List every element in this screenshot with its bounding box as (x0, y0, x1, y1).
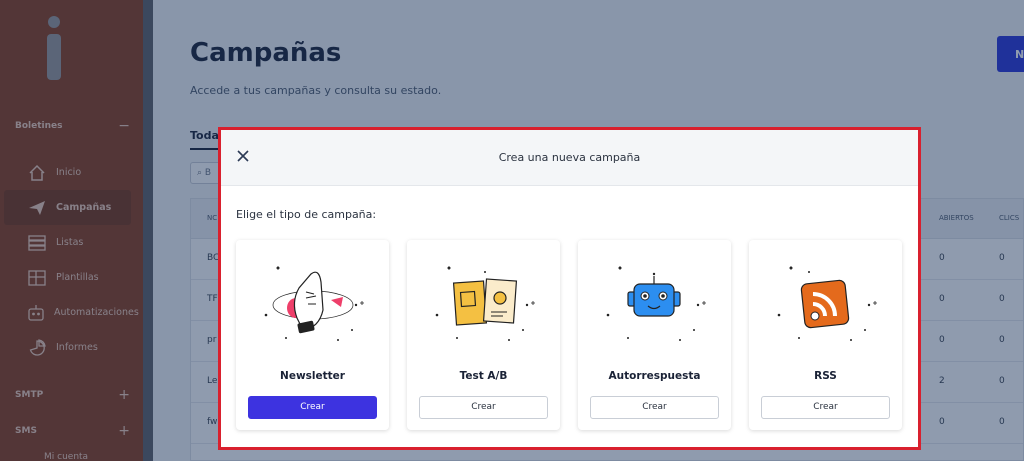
highlight-frame (218, 127, 921, 450)
